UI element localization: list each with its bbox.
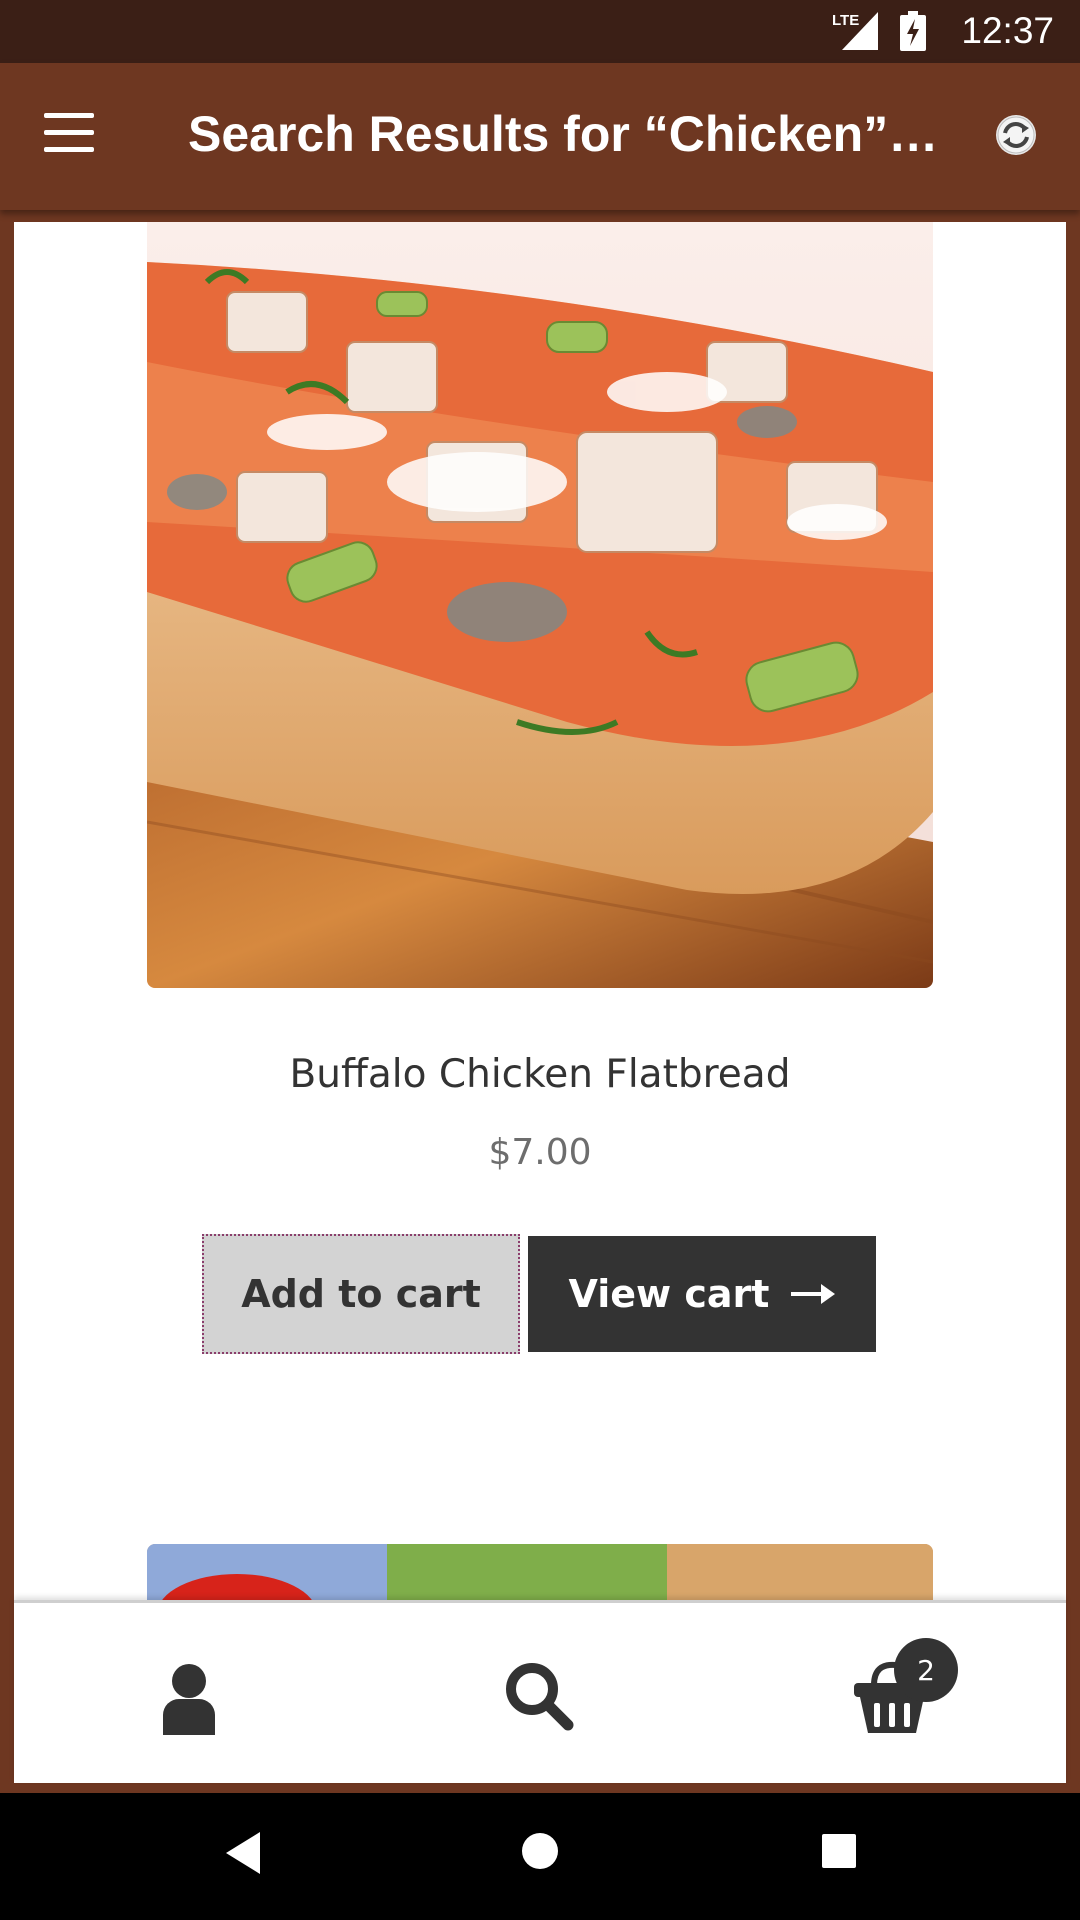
account-icon[interactable] bbox=[159, 1663, 219, 1735]
add-to-cart-label: Add to cart bbox=[241, 1272, 481, 1316]
home-icon[interactable] bbox=[522, 1833, 558, 1869]
system-navigation-bar bbox=[0, 1793, 1080, 1920]
arrow-right-icon bbox=[791, 1284, 836, 1304]
battery-charging-icon bbox=[900, 11, 926, 51]
clock: 12:37 bbox=[961, 10, 1054, 51]
back-icon[interactable] bbox=[222, 1828, 262, 1878]
product-price: $7.00 bbox=[488, 1132, 592, 1173]
recents-icon[interactable] bbox=[822, 1834, 856, 1868]
status-bar: LTE 12:37 bbox=[0, 0, 1080, 63]
signal-icon bbox=[842, 12, 878, 50]
product-name[interactable]: Buffalo Chicken Flatbread bbox=[14, 1052, 1066, 1097]
search-results-list[interactable]: Buffalo Chicken Flatbread $7.00 Add to c… bbox=[14, 222, 1066, 1780]
add-to-cart-button[interactable]: Add to cart bbox=[202, 1234, 520, 1354]
view-cart-button[interactable]: View cart bbox=[528, 1236, 876, 1352]
cart-count-badge: 2 bbox=[894, 1638, 958, 1702]
page-title: Search Results for “Chicken”… bbox=[188, 106, 939, 162]
menu-icon[interactable] bbox=[44, 113, 98, 157]
bottom-navigation: 2 bbox=[14, 1600, 1066, 1783]
app-bar: Search Results for “Chicken”… bbox=[0, 63, 1080, 210]
refresh-icon[interactable] bbox=[995, 114, 1037, 156]
search-icon[interactable] bbox=[504, 1661, 574, 1731]
product-image[interactable] bbox=[147, 222, 933, 988]
view-cart-label: View cart bbox=[568, 1272, 770, 1316]
